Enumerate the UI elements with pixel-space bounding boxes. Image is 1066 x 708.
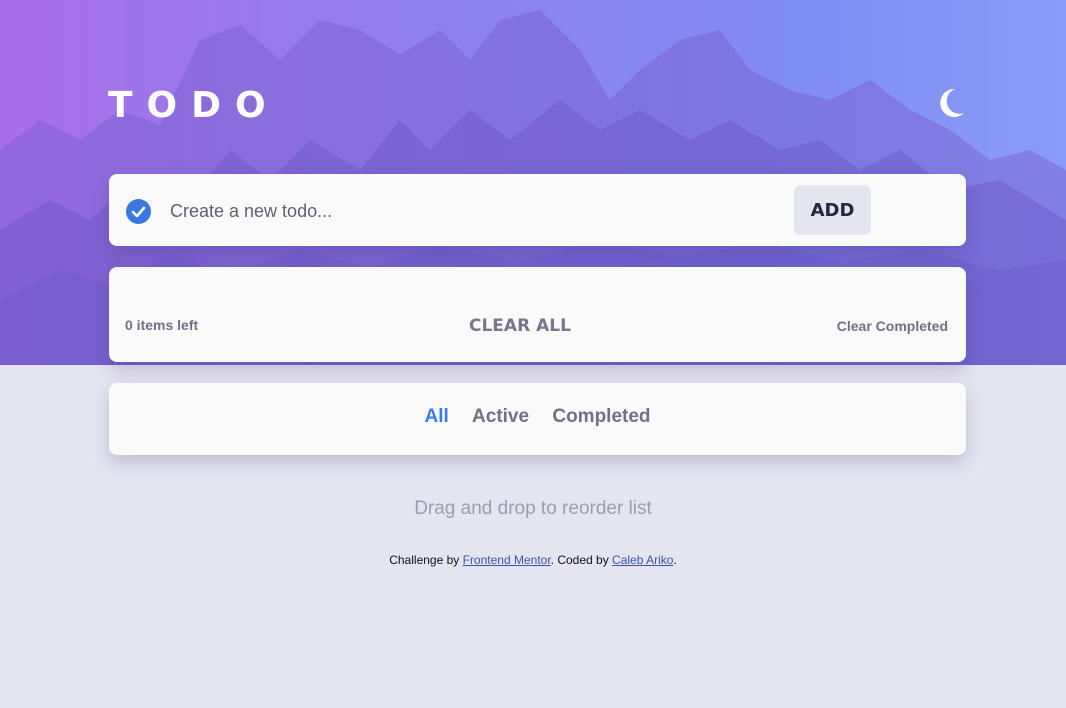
moon-icon[interactable]	[934, 86, 966, 122]
new-todo-card: ADD	[109, 174, 966, 246]
author-link[interactable]: Caleb Ariko	[612, 553, 673, 567]
items-left-count: 0 items left	[125, 317, 199, 333]
app-title: TODO	[108, 85, 280, 126]
attribution-suffix: .	[673, 553, 677, 567]
filter-card: All Active Completed	[109, 383, 966, 455]
attribution: Challenge by Frontend Mentor. Coded by C…	[0, 553, 1066, 567]
attribution-middle: . Coded by	[550, 553, 613, 567]
clear-completed-button[interactable]: Clear Completed	[837, 318, 948, 334]
filter-active[interactable]: Active	[472, 406, 529, 428]
filter-completed[interactable]: Completed	[552, 406, 650, 428]
frontend-mentor-link[interactable]: Frontend Mentor	[463, 553, 551, 567]
filter-all[interactable]: All	[424, 406, 448, 428]
check-circle-icon[interactable]	[126, 199, 151, 224]
filter-tabs: All Active Completed	[109, 406, 966, 428]
todo-list-card: 0 items left CLEAR ALL Clear Completed	[109, 267, 966, 362]
app-header: TODO	[108, 84, 968, 128]
drag-hint-text: Drag and drop to reorder list	[414, 498, 652, 519]
attribution-prefix: Challenge by	[389, 553, 463, 567]
new-todo-input[interactable]	[170, 196, 770, 226]
add-button[interactable]: ADD	[794, 185, 871, 235]
clear-all-button[interactable]: CLEAR ALL	[469, 316, 571, 336]
